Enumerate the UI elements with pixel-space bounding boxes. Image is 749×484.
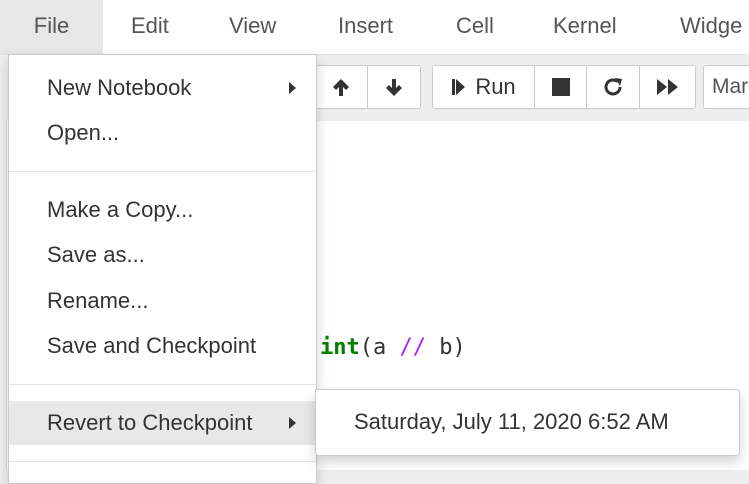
menu-divider [9,384,316,385]
arrow-down-icon [386,79,402,96]
menu-item-revert-checkpoint[interactable]: Revert to Checkpoint [9,401,316,445]
checkpoint-item[interactable]: Saturday, July 11, 2020 6:52 AM [316,400,739,444]
code-keyword: int [320,335,360,360]
arrow-up-icon [333,79,349,96]
menu-divider [9,171,316,172]
menu-item-save-checkpoint[interactable]: Save and Checkpoint [9,324,316,368]
menubar: File Edit View Insert Cell Kernel Widge [0,0,749,55]
menu-view[interactable]: View [229,0,276,54]
menu-item-new-notebook[interactable]: New Notebook [9,66,316,110]
menu-divider [9,461,316,462]
menu-cell[interactable]: Cell [456,0,494,54]
file-menu-dropdown: New Notebook Open... Make a Copy... Save… [8,54,317,484]
menu-file[interactable]: File [0,0,103,54]
code-text: (a [359,335,400,360]
menu-item-rename[interactable]: Rename... [9,279,316,323]
interrupt-button[interactable] [534,65,587,109]
menu-widgets[interactable]: Widge [680,0,742,54]
menu-item-open[interactable]: Open... [9,111,316,155]
menu-edit[interactable]: Edit [131,0,169,54]
restart-kernel-button[interactable] [586,65,640,109]
menu-item-label: Revert to Checkpoint [47,410,253,435]
fast-forward-icon [656,79,678,95]
move-down-button[interactable] [367,65,421,109]
code-text-end: b) [426,335,466,360]
menu-insert[interactable]: Insert [338,0,393,54]
restart-run-all-button[interactable] [639,65,696,109]
run-button[interactable]: Run [432,65,535,109]
run-label: Run [475,74,516,99]
move-up-button[interactable] [314,65,368,109]
stop-icon [551,78,570,96]
checkpoint-submenu: Saturday, July 11, 2020 6:52 AM [315,389,740,456]
menu-item-make-copy[interactable]: Make a Copy... [9,188,316,232]
code-operator: // [399,335,427,360]
submenu-caret-icon [289,82,296,94]
menu-item-save-as[interactable]: Save as... [9,233,316,277]
code-line: int(a // b) [320,335,466,360]
menu-item-label: New Notebook [47,75,192,100]
step-forward-icon [452,79,466,95]
redo-icon [604,78,622,96]
submenu-caret-icon [289,417,296,429]
menu-kernel[interactable]: Kernel [553,0,617,54]
cell-type-select[interactable]: Markdown [703,65,749,109]
